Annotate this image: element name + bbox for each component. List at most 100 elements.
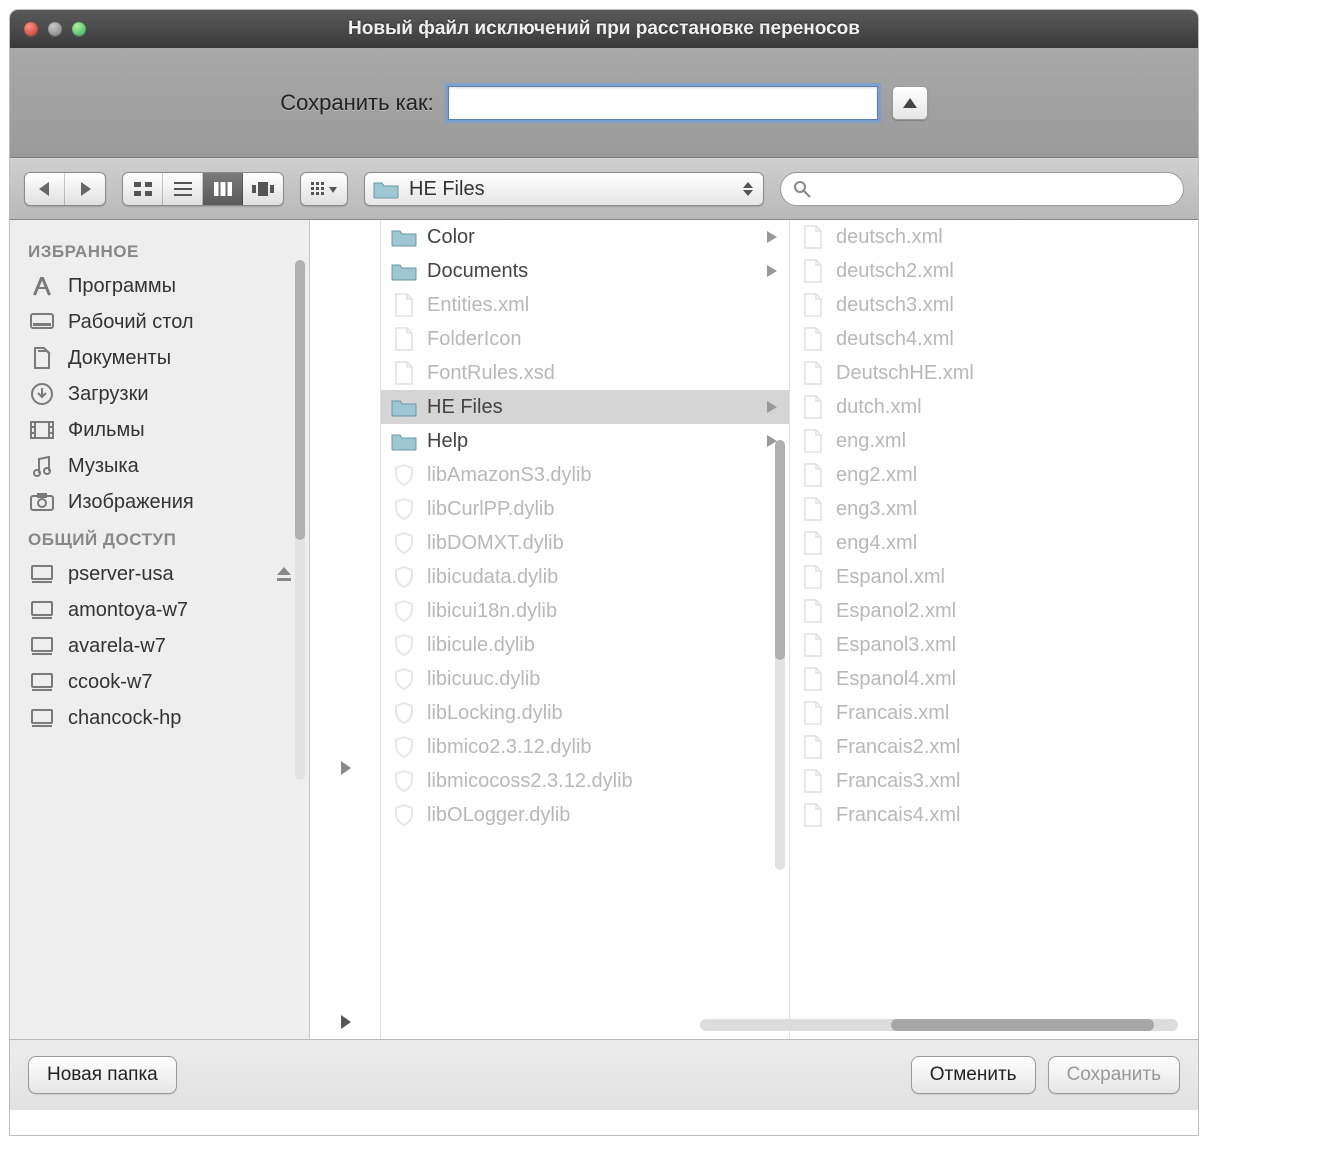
- sidebar-item-label: avarela-w7: [68, 635, 166, 658]
- file-row[interactable]: eng.xml: [790, 424, 1198, 458]
- file-row[interactable]: deutsch4.xml: [790, 322, 1198, 356]
- file-row[interactable]: Documents: [381, 254, 789, 288]
- title-bar: Новый файл исключений при расстановке пе…: [10, 10, 1198, 48]
- file-row[interactable]: Espanol4.xml: [790, 662, 1198, 696]
- file-name-label: Espanol2.xml: [836, 600, 956, 623]
- file-row[interactable]: deutsch2.xml: [790, 254, 1198, 288]
- folder-icon: [373, 179, 399, 199]
- file-row[interactable]: Francais3.xml: [790, 764, 1198, 798]
- browser-toolbar: HE Files: [10, 158, 1198, 220]
- file-row[interactable]: Color: [381, 220, 789, 254]
- applications-icon: [28, 274, 56, 298]
- server-icon: [28, 634, 56, 658]
- file-row[interactable]: Francais.xml: [790, 696, 1198, 730]
- file-icon: [800, 802, 826, 828]
- sidebar-item-shared[interactable]: pserver-usa: [10, 556, 309, 592]
- file-name-label: Entities.xml: [427, 294, 529, 317]
- file-row[interactable]: libAmazonS3.dylib: [381, 458, 789, 492]
- horizontal-scrollbar[interactable]: [700, 1019, 1178, 1031]
- file-row[interactable]: Espanol3.xml: [790, 628, 1198, 662]
- file-row[interactable]: eng2.xml: [790, 458, 1198, 492]
- forward-button[interactable]: [65, 173, 105, 205]
- sidebar-item-shared[interactable]: chancock-hp: [10, 700, 309, 736]
- sidebar-item-applications[interactable]: Программы: [10, 268, 309, 304]
- cancel-button[interactable]: Отменить: [911, 1056, 1036, 1094]
- file-row[interactable]: deutsch3.xml: [790, 288, 1198, 322]
- sidebar-item-music[interactable]: Музыка: [10, 448, 309, 484]
- sidebar-item-desktop[interactable]: Рабочий стол: [10, 304, 309, 340]
- file-row[interactable]: HE Files: [381, 390, 789, 424]
- file-column-2: deutsch.xmldeutsch2.xmldeutsch3.xml deuts…: [789, 220, 1198, 1039]
- file-row[interactable]: libmicocoss2.3.12.dylib: [381, 764, 789, 798]
- sidebar-scrollbar[interactable]: [295, 260, 305, 780]
- collapse-expand-button[interactable]: [892, 86, 928, 120]
- file-icon: [800, 292, 826, 318]
- sidebar-item-shared[interactable]: avarela-w7: [10, 628, 309, 664]
- folder-icon: [391, 428, 417, 454]
- file-row[interactable]: DeutschHE.xml: [790, 356, 1198, 390]
- file-row[interactable]: eng3.xml: [790, 492, 1198, 526]
- sidebar-item-pictures[interactable]: Изображения: [10, 484, 309, 520]
- updown-icon: [743, 182, 753, 196]
- file-row[interactable]: libicuuc.dylib: [381, 662, 789, 696]
- columns-icon: [214, 182, 232, 196]
- sidebar-item-movies[interactable]: Фильмы: [10, 412, 309, 448]
- list-view-button[interactable]: [163, 173, 203, 205]
- new-folder-button[interactable]: Новая папка: [28, 1056, 177, 1094]
- sidebar-item-label: Загрузки: [68, 383, 149, 406]
- save-as-input[interactable]: [448, 86, 878, 120]
- location-dropdown[interactable]: HE Files: [364, 172, 764, 206]
- sidebar-item-label: Фильмы: [68, 419, 145, 442]
- file-row[interactable]: libLocking.dylib: [381, 696, 789, 730]
- file-row[interactable]: libmico2.3.12.dylib: [381, 730, 789, 764]
- chevron-right-icon: [767, 231, 777, 243]
- view-options-button[interactable]: [300, 172, 348, 206]
- file-icon: [391, 360, 417, 386]
- chevron-right-icon[interactable]: [339, 761, 351, 775]
- column-view-button[interactable]: [203, 173, 243, 205]
- chevron-right-icon[interactable]: [339, 1015, 351, 1029]
- file-row[interactable]: libCurlPP.dylib: [381, 492, 789, 526]
- file-column-1: ColorDocuments Entities.xml FolderIconFont…: [380, 220, 789, 1039]
- file-row[interactable]: libOLogger.dylib: [381, 798, 789, 832]
- file-name-label: Espanol3.xml: [836, 634, 956, 657]
- save-button[interactable]: Сохранить: [1048, 1056, 1180, 1094]
- file-row[interactable]: Francais2.xml: [790, 730, 1198, 764]
- library-icon: [391, 632, 417, 658]
- back-button[interactable]: [25, 173, 65, 205]
- file-row[interactable]: Francais4.xml: [790, 798, 1198, 832]
- file-row[interactable]: libicui18n.dylib: [381, 594, 789, 628]
- file-row[interactable]: deutsch.xml: [790, 220, 1198, 254]
- file-name-label: libmico2.3.12.dylib: [427, 736, 592, 759]
- sidebar-item-shared[interactable]: amontoya-w7: [10, 592, 309, 628]
- file-row[interactable]: libDOMXT.dylib: [381, 526, 789, 560]
- file-icon: [800, 326, 826, 352]
- file-row[interactable]: eng4.xml: [790, 526, 1198, 560]
- file-row[interactable]: Espanol2.xml: [790, 594, 1198, 628]
- file-row[interactable]: libicudata.dylib: [381, 560, 789, 594]
- file-name-label: Francais4.xml: [836, 804, 960, 827]
- file-row[interactable]: Espanol.xml: [790, 560, 1198, 594]
- file-row[interactable]: FolderIcon: [381, 322, 789, 356]
- sidebar-item-documents[interactable]: Документы: [10, 340, 309, 376]
- file-row[interactable]: FontRules.xsd: [381, 356, 789, 390]
- file-row[interactable]: Entities.xml: [381, 288, 789, 322]
- sidebar-item-label: pserver-usa: [68, 563, 174, 586]
- search-input[interactable]: [819, 179, 1171, 200]
- file-name-label: deutsch4.xml: [836, 328, 954, 351]
- icon-view-button[interactable]: [123, 173, 163, 205]
- chevron-right-icon: [767, 401, 777, 413]
- eject-icon[interactable]: [277, 567, 291, 581]
- coverflow-view-button[interactable]: [243, 173, 283, 205]
- sidebar-item-label: amontoya-w7: [68, 599, 188, 622]
- server-icon: [28, 562, 56, 586]
- search-icon: [793, 180, 811, 198]
- file-row[interactable]: Help: [381, 424, 789, 458]
- file-icon: [800, 700, 826, 726]
- sidebar-item-shared[interactable]: ccook-w7: [10, 664, 309, 700]
- file-row[interactable]: dutch.xml: [790, 390, 1198, 424]
- file-row[interactable]: libicule.dylib: [381, 628, 789, 662]
- search-field[interactable]: [780, 172, 1184, 206]
- sidebar-item-downloads[interactable]: Загрузки: [10, 376, 309, 412]
- file-icon: [800, 734, 826, 760]
